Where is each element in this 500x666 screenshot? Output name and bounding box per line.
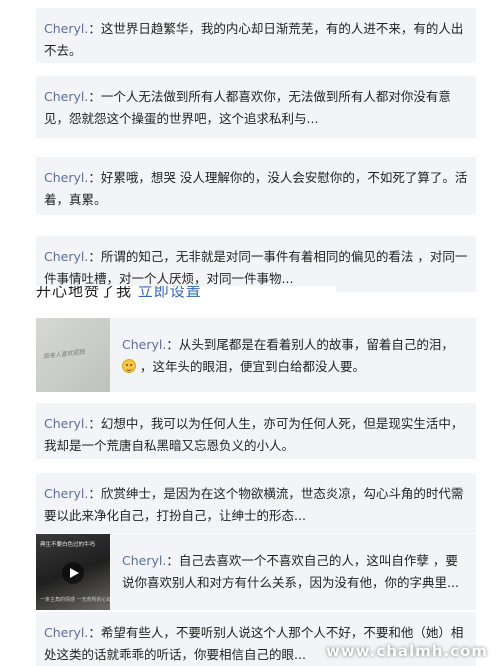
notification-strip[interactable]: 开心地赞了我 立即设置 xyxy=(36,286,336,304)
author-name[interactable]: Cheryl. xyxy=(44,249,88,264)
site-watermark: www.chalmh.com xyxy=(326,642,488,660)
smiling-face-icon xyxy=(122,359,136,373)
post-text: 从头到尾都是在看着别人的故事，留着自己的泪， xyxy=(178,337,454,352)
post-card-8[interactable]: 典生不要白色过的牛吗 一条主角的情感 一无奈所的心动... Cheryl.：自己… xyxy=(36,534,476,610)
post-card-6[interactable]: Cheryl.：幻想中，我可以为任何人生，亦可为任何人死，但是现实生活中，我却是… xyxy=(36,403,476,459)
video-thumbnail[interactable]: 典生不要白色过的牛吗 一条主角的情感 一无奈所的心动... xyxy=(36,534,110,610)
post-card-5[interactable]: 原来人喜欢孤独 Cheryl.：从头到尾都是在看着别人的故事，留着自己的泪， ，这… xyxy=(36,318,476,392)
post-text: 这世界日趋繁华，我的内心却日渐荒芜，有的人进不来，有的人出不去。 xyxy=(44,21,464,58)
author-name[interactable]: Cheryl. xyxy=(122,337,166,352)
post-card-4[interactable]: Cheryl.：所谓的知己，无非就是对同一事件有着相同的偏见的看法 ，对同一件事… xyxy=(36,236,476,292)
author-name[interactable]: Cheryl. xyxy=(44,170,88,185)
post-card-2[interactable]: Cheryl.：一个人无法做到所有人都喜欢你，无法做到所有人都对你没有意见，怨就… xyxy=(36,76,476,138)
post-card-7[interactable]: Cheryl.：欣赏绅士，是因为在这个物欲横流，世态炎凉，勾心斗角的时代需要以此… xyxy=(36,473,476,533)
author-name[interactable]: Cheryl. xyxy=(44,21,88,36)
video-title: 典生不要白色过的牛吗 xyxy=(40,542,96,548)
play-icon[interactable] xyxy=(62,562,84,584)
video-subtitle: 一条主角的情感 一无奈所的心动... xyxy=(40,597,110,603)
author-name[interactable]: Cheryl. xyxy=(44,486,88,501)
author-name[interactable]: Cheryl. xyxy=(44,625,88,640)
post-text: 所谓的知己，无非就是对同一事件有着相同的偏见的看法 ，对同一件事情吐槽，对一个人… xyxy=(44,249,468,286)
author-name[interactable]: Cheryl. xyxy=(44,416,88,431)
post-text: 幻想中，我可以为任何人生，亦可为任何人死，但是现实生活中，我却是一个荒唐自私黑暗… xyxy=(44,416,464,453)
thumbnail-caption: 原来人喜欢孤独 xyxy=(42,348,86,361)
post-card-3[interactable]: Cheryl.：好累哦，想哭 没人理解你的，没人会安慰你的，不如死了算了。活着，… xyxy=(36,157,476,215)
post-text: 一个人无法做到所有人都喜欢你，无法做到所有人都对你没有意见，怨就怨这个操蛋的世界… xyxy=(44,89,451,126)
book-thumbnail[interactable]: 原来人喜欢孤独 xyxy=(36,318,110,392)
post-text: 欣赏绅士，是因为在这个物欲横流，世态炎凉，勾心斗角的时代需要以此来净化自己，打扮… xyxy=(44,486,464,523)
author-name[interactable]: Cheryl. xyxy=(44,89,88,104)
set-now-link[interactable]: 立即设置 xyxy=(138,286,202,300)
post-card-1[interactable]: Cheryl.：这世界日趋繁华，我的内心却日渐荒芜，有的人进不来，有的人出不去。 xyxy=(36,8,476,63)
author-name[interactable]: Cheryl. xyxy=(122,553,166,568)
notification-text: 开心地赞了我 xyxy=(36,286,138,300)
post-text-cont: ，这年头的眼泪，便宜到白给都没人要。 xyxy=(140,359,366,374)
post-text: 好累哦，想哭 没人理解你的，没人会安慰你的，不如死了算了。活着，真累。 xyxy=(44,170,468,207)
